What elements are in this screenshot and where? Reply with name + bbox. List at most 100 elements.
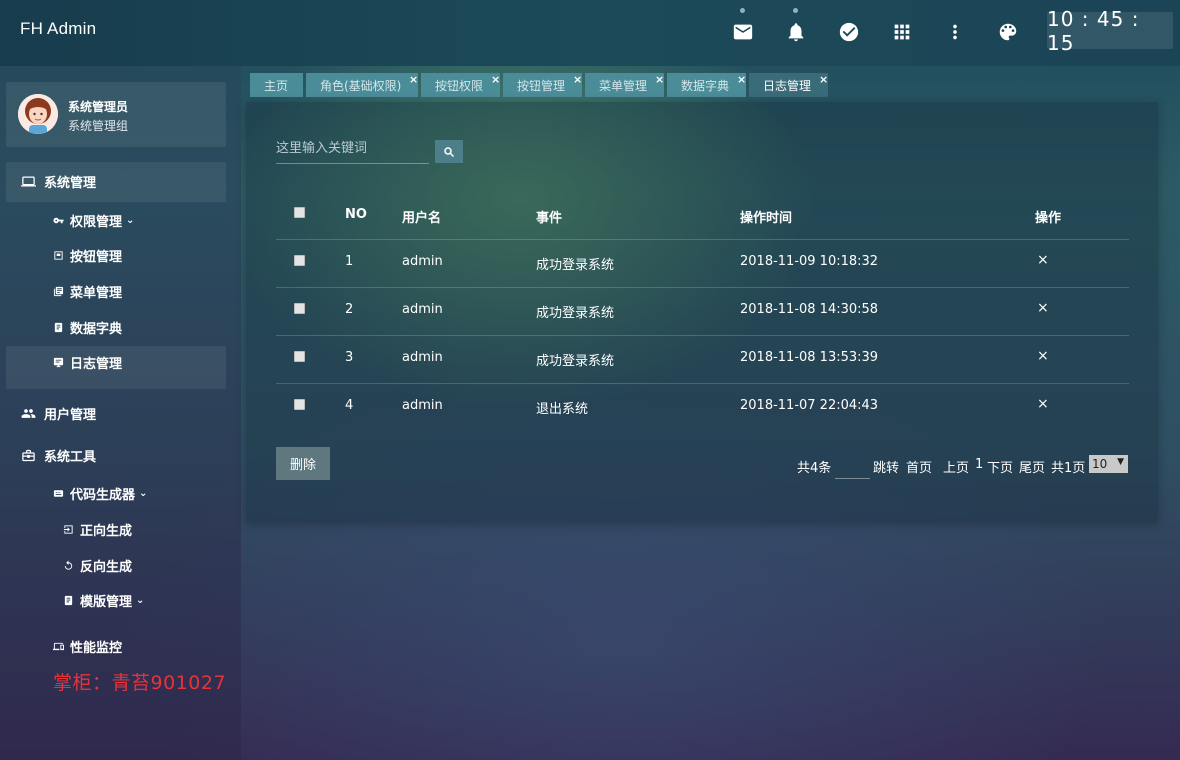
log-icon [52, 355, 64, 371]
more-vert-icon[interactable] [943, 20, 967, 44]
delete-row-icon[interactable]: × [1037, 300, 1049, 316]
tab-label: 角色(基础权限) [320, 78, 402, 93]
pager-jump-link[interactable]: 跳转 [873, 457, 899, 476]
pager-total: 共4条 [797, 461, 832, 476]
cell-event: 成功登录系统 [536, 306, 615, 321]
sidebar-item-label: 系统工具 [44, 450, 97, 465]
check-circle-icon[interactable] [837, 20, 861, 44]
delete-row-icon[interactable]: × [1037, 396, 1049, 412]
avatar[interactable] [18, 94, 58, 134]
pager-last-link[interactable]: 尾页 [1019, 457, 1045, 476]
cell-time: 2018-11-08 14:30:58 [740, 302, 879, 317]
button-icon [52, 248, 64, 264]
select-all-checkbox[interactable] [294, 207, 305, 218]
cell-username: admin [402, 398, 443, 413]
watermark-text: 掌柜：青苔901027 [53, 672, 227, 694]
apps-grid-icon[interactable] [890, 20, 914, 44]
book-icon [52, 320, 64, 336]
page-size-select[interactable]: 10 ▼ [1089, 455, 1128, 473]
search-input[interactable] [276, 134, 429, 164]
row-divider [276, 287, 1129, 288]
column-header-event: 事件 [536, 211, 563, 226]
cell-username: admin [402, 350, 443, 365]
tab-menu-management[interactable]: 菜单管理 [585, 73, 664, 97]
sidebar-item-label: 代码生成器 [70, 488, 136, 503]
template-icon [62, 593, 74, 609]
forward-icon [62, 522, 74, 538]
sidebar-item-log-management[interactable]: 日志管理 [52, 353, 122, 372]
tab-role-permission[interactable]: 角色(基础权限) [306, 73, 418, 97]
delete-button[interactable]: 删除 [276, 447, 330, 480]
tab-label: 日志管理 [763, 78, 812, 93]
sidebar-item-label: 模版管理 [80, 595, 133, 610]
tab-close-icon[interactable]: × [573, 73, 582, 86]
tab-button-management[interactable]: 按钮管理 [503, 73, 582, 97]
sidebar-item-label: 菜单管理 [70, 286, 123, 301]
page-jump-input[interactable] [835, 455, 870, 479]
notification-dot [793, 8, 798, 13]
sidebar-item-template-management[interactable]: 模版管理 ⌄ [62, 591, 144, 610]
column-header-username: 用户名 [402, 211, 442, 226]
mail-icon[interactable] [731, 8, 755, 44]
sidebar-item-label: 正向生成 [80, 524, 133, 539]
cell-no: 1 [345, 254, 354, 269]
cell-event: 成功登录系统 [536, 258, 615, 273]
sidebar-item-label: 权限管理 [70, 215, 123, 230]
pager-first-link[interactable]: 首页 [906, 457, 932, 476]
sidebar-item-label: 性能监控 [70, 641, 123, 656]
notification-dot [740, 8, 745, 13]
row-checkbox[interactable] [294, 255, 305, 266]
delete-row-icon[interactable]: × [1037, 348, 1049, 364]
pager-prev-link[interactable]: 上页 [943, 457, 969, 476]
reverse-icon [62, 558, 74, 574]
tab-close-icon[interactable]: × [491, 73, 500, 86]
cell-time: 2018-11-08 13:53:39 [740, 350, 879, 365]
tab-home[interactable]: 主页 [250, 73, 303, 97]
tab-close-icon[interactable]: × [737, 73, 746, 86]
sidebar-item-system-tools[interactable]: 系统工具 [20, 446, 96, 465]
tab-close-icon[interactable]: × [655, 73, 664, 86]
search-button[interactable] [435, 140, 463, 163]
sidebar-item-permission-management[interactable]: 权限管理 ⌄ [52, 211, 134, 230]
sidebar-item-forward-generate[interactable]: 正向生成 [62, 520, 132, 539]
cell-no: 2 [345, 302, 354, 317]
sidebar-item-user-management[interactable]: 用户管理 [20, 404, 96, 423]
column-header-time: 操作时间 [740, 211, 793, 226]
sidebar-item-menu-management[interactable]: 菜单管理 [52, 282, 122, 301]
row-divider [276, 383, 1129, 384]
app-title[interactable]: FH Admin [20, 19, 96, 39]
row-checkbox[interactable] [294, 303, 305, 314]
sidebar-item-button-management[interactable]: 按钮管理 [52, 246, 122, 265]
tab-label: 按钮权限 [435, 78, 484, 93]
tab-close-icon[interactable]: × [819, 73, 828, 86]
sidebar-item-performance-monitor[interactable]: 性能监控 [52, 637, 122, 656]
delete-row-icon[interactable]: × [1037, 252, 1049, 268]
sidebar-item-code-generator[interactable]: 代码生成器 ⌄ [52, 484, 147, 503]
sidebar-item-label: 日志管理 [70, 357, 123, 372]
cell-no: 4 [345, 398, 354, 413]
pager-current-page: 1 [975, 457, 984, 472]
row-divider [276, 335, 1129, 336]
tab-log-management[interactable]: 日志管理 [749, 73, 828, 97]
tab-label: 数据字典 [681, 78, 730, 93]
pager-next-link[interactable]: 下页 [987, 457, 1013, 476]
tab-label: 主页 [264, 78, 289, 93]
tab-data-dictionary[interactable]: 数据字典 [667, 73, 746, 97]
row-checkbox[interactable] [294, 351, 305, 362]
sidebar-item-label: 数据字典 [70, 322, 123, 337]
sidebar-item-data-dictionary[interactable]: 数据字典 [52, 318, 122, 337]
code-icon [52, 486, 64, 502]
chevron-down-icon: ⌄ [139, 488, 148, 499]
sidebar-item-system-management[interactable]: 系统管理 [20, 172, 96, 191]
toolbox-icon [20, 448, 36, 464]
bell-icon[interactable] [784, 8, 808, 44]
user-card[interactable]: 系统管理员 系统管理组 [6, 82, 226, 147]
tab-label: 菜单管理 [599, 78, 648, 93]
tab-close-icon[interactable]: × [409, 73, 418, 86]
row-checkbox[interactable] [294, 399, 305, 410]
palette-icon[interactable] [996, 20, 1020, 44]
tab-button-permission[interactable]: 按钮权限 [421, 73, 500, 97]
sidebar-item-reverse-generate[interactable]: 反向生成 [62, 556, 132, 575]
cell-event: 退出系统 [536, 402, 589, 417]
cell-event: 成功登录系统 [536, 354, 615, 369]
